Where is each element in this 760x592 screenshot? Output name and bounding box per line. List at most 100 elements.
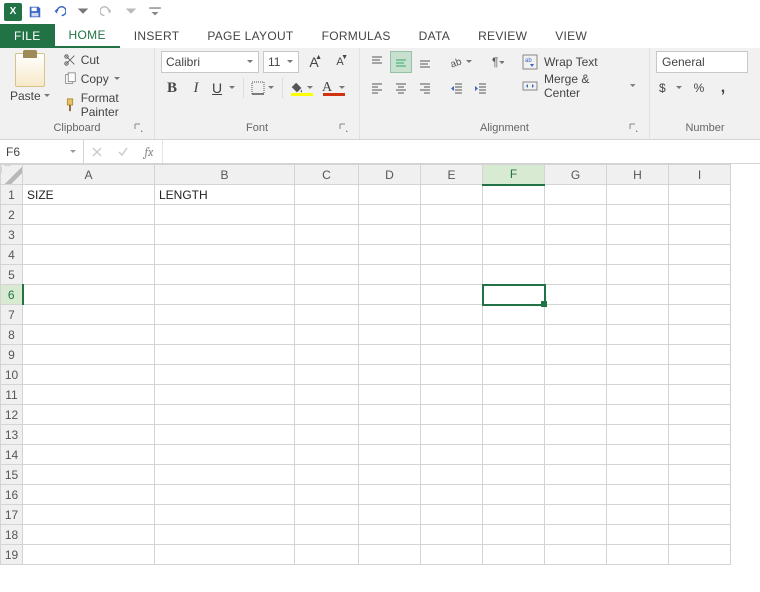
paste-button[interactable]: Paste [6, 51, 55, 105]
undo-button[interactable] [48, 1, 70, 23]
cell[interactable] [669, 525, 731, 545]
cell[interactable] [545, 445, 607, 465]
cell[interactable] [421, 465, 483, 485]
font-size-select[interactable]: 11 [263, 51, 299, 73]
cell[interactable] [155, 205, 295, 225]
cell[interactable] [23, 545, 155, 565]
tab-home[interactable]: HOME [55, 24, 120, 48]
cell[interactable] [483, 225, 545, 245]
formula-enter-button[interactable] [110, 146, 136, 158]
cell[interactable] [359, 265, 421, 285]
cell[interactable] [483, 185, 545, 205]
row-header[interactable]: 15 [1, 465, 23, 485]
cell[interactable] [421, 185, 483, 205]
align-middle-button[interactable] [390, 51, 412, 73]
cell[interactable] [155, 485, 295, 505]
tab-page-layout[interactable]: PAGE LAYOUT [193, 24, 307, 48]
cell[interactable] [295, 465, 359, 485]
cell[interactable] [155, 245, 295, 265]
cell[interactable] [421, 425, 483, 445]
row-header[interactable]: 7 [1, 305, 23, 325]
cell[interactable] [483, 305, 545, 325]
cell[interactable] [669, 505, 731, 525]
decrease-indent-button[interactable] [446, 77, 468, 99]
cell[interactable] [359, 465, 421, 485]
tab-view[interactable]: VIEW [541, 24, 601, 48]
row-header[interactable]: 9 [1, 345, 23, 365]
cell[interactable] [545, 465, 607, 485]
cell[interactable] [607, 505, 669, 525]
cell[interactable] [669, 465, 731, 485]
formula-input[interactable] [163, 140, 760, 163]
align-right-button[interactable] [414, 77, 436, 99]
cell[interactable] [23, 505, 155, 525]
clipboard-dialog-launcher[interactable] [134, 123, 146, 135]
row-header[interactable]: 14 [1, 445, 23, 465]
cell[interactable] [607, 465, 669, 485]
cell[interactable] [155, 285, 295, 305]
align-left-button[interactable] [366, 77, 388, 99]
cell[interactable] [23, 385, 155, 405]
cell[interactable] [295, 205, 359, 225]
cell[interactable] [483, 545, 545, 565]
redo-button[interactable] [96, 1, 118, 23]
cell[interactable] [545, 485, 607, 505]
cell[interactable] [483, 525, 545, 545]
cell[interactable] [23, 225, 155, 245]
row-header[interactable]: 13 [1, 425, 23, 445]
accounting-format-button[interactable]: $ [656, 77, 686, 99]
cell[interactable] [295, 505, 359, 525]
cell[interactable] [295, 485, 359, 505]
copy-button[interactable]: Copy [59, 70, 148, 88]
alignment-dialog-launcher[interactable] [629, 123, 641, 135]
cell[interactable] [23, 325, 155, 345]
wrap-text-button[interactable]: ab Wrap Text [516, 51, 643, 73]
redo-dropdown[interactable] [120, 1, 142, 23]
row-header[interactable]: 1 [1, 185, 23, 205]
undo-dropdown[interactable] [72, 1, 94, 23]
cell[interactable] [669, 285, 731, 305]
column-header[interactable]: G [545, 165, 607, 185]
cell[interactable] [421, 485, 483, 505]
cell[interactable]: LENGTH [155, 185, 295, 205]
cell[interactable] [545, 425, 607, 445]
cell[interactable] [669, 365, 731, 385]
tab-insert[interactable]: INSERT [120, 24, 194, 48]
merge-center-button[interactable]: Merge & Center [516, 75, 643, 97]
cell[interactable] [359, 325, 421, 345]
cell[interactable] [421, 325, 483, 345]
cell[interactable] [607, 205, 669, 225]
cell[interactable] [545, 325, 607, 345]
cell[interactable] [483, 365, 545, 385]
row-header[interactable]: 10 [1, 365, 23, 385]
row-header[interactable]: 11 [1, 385, 23, 405]
cell[interactable] [483, 425, 545, 445]
cell[interactable] [295, 365, 359, 385]
italic-button[interactable]: I [185, 77, 207, 99]
cell[interactable] [23, 365, 155, 385]
tab-file[interactable]: FILE [0, 24, 55, 48]
cell[interactable] [607, 485, 669, 505]
row-header[interactable]: 6 [1, 285, 23, 305]
cell[interactable] [607, 265, 669, 285]
cell[interactable] [155, 545, 295, 565]
cell[interactable] [421, 245, 483, 265]
cell[interactable] [295, 325, 359, 345]
cell[interactable] [359, 425, 421, 445]
cell[interactable] [669, 545, 731, 565]
row-header[interactable]: 12 [1, 405, 23, 425]
cell[interactable] [421, 385, 483, 405]
cell[interactable] [421, 445, 483, 465]
cell[interactable] [23, 525, 155, 545]
row-header[interactable]: 2 [1, 205, 23, 225]
cell[interactable] [545, 405, 607, 425]
cell[interactable] [155, 225, 295, 245]
format-painter-button[interactable]: Format Painter [59, 89, 148, 121]
cell[interactable] [155, 305, 295, 325]
cell[interactable] [295, 525, 359, 545]
qat-customize[interactable] [144, 1, 166, 23]
increase-indent-button[interactable] [470, 77, 492, 99]
fx-icon[interactable]: fx [136, 145, 162, 159]
cell[interactable] [669, 425, 731, 445]
cell[interactable] [483, 485, 545, 505]
